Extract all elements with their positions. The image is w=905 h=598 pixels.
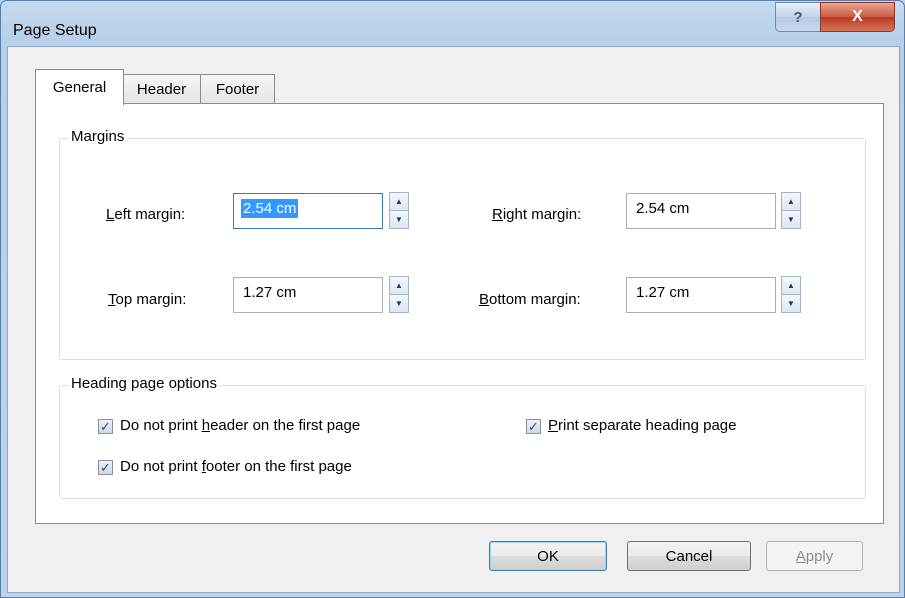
margins-group-label: Margins — [68, 128, 128, 145]
ok-button[interactable]: OK — [489, 541, 607, 571]
tab-header[interactable]: Header — [122, 74, 201, 104]
bottom-margin-label: Bottom margin: — [479, 291, 581, 308]
general-tab-panel: Margins Left margin: 2.54 cm ▲ ▼ Right m… — [35, 103, 884, 524]
bottom-margin-up-arrow-icon[interactable]: ▲ — [781, 276, 801, 295]
heading-options-group-label: Heading page options — [68, 375, 220, 392]
no-header-label[interactable]: Do not print header on the first page — [120, 417, 360, 434]
margins-group: Margins Left margin: 2.54 cm ▲ ▼ Right m… — [59, 128, 866, 360]
left-margin-input[interactable]: 2.54 cm — [233, 193, 383, 229]
checkmark-icon: ✓ — [528, 419, 539, 434]
tab-footer[interactable]: Footer — [200, 74, 275, 104]
close-button[interactable]: X — [820, 2, 895, 32]
heading-options-group: Heading page options ✓ Do not print head… — [59, 375, 866, 499]
tab-header-label: Header — [136, 81, 187, 98]
no-header-checkbox[interactable]: ✓ — [98, 419, 113, 434]
right-margin-spinner[interactable]: ▲ ▼ — [781, 192, 801, 229]
left-margin-label: Left margin: — [106, 206, 186, 223]
bottom-margin-input[interactable]: 1.27 cm — [626, 277, 776, 313]
page-setup-dialog: Page Setup ? X General Header Footer Mar… — [0, 0, 905, 598]
help-icon: ? — [793, 8, 803, 26]
apply-button[interactable]: Apply — [766, 541, 863, 571]
left-margin-down-arrow-icon[interactable]: ▼ — [389, 210, 409, 229]
tab-general-label: General — [52, 79, 107, 96]
no-footer-checkbox[interactable]: ✓ — [98, 460, 113, 475]
cancel-button[interactable]: Cancel — [627, 541, 751, 571]
bottom-margin-spinner[interactable]: ▲ ▼ — [781, 276, 801, 313]
separate-heading-label[interactable]: Print separate heading page — [548, 417, 737, 434]
dialog-client-area: General Header Footer Margins Left margi… — [7, 46, 900, 593]
checkmark-icon: ✓ — [100, 419, 111, 434]
right-margin-down-arrow-icon[interactable]: ▼ — [781, 210, 801, 229]
top-margin-label: Top margin: — [108, 291, 187, 308]
left-margin-spinner[interactable]: ▲ ▼ — [389, 192, 409, 229]
help-button[interactable]: ? — [775, 2, 821, 32]
top-margin-up-arrow-icon[interactable]: ▲ — [389, 276, 409, 295]
top-margin-input[interactable]: 1.27 cm — [233, 277, 383, 313]
right-margin-input[interactable]: 2.54 cm — [626, 193, 776, 229]
right-margin-up-arrow-icon[interactable]: ▲ — [781, 192, 801, 211]
top-margin-down-arrow-icon[interactable]: ▼ — [389, 294, 409, 313]
separate-heading-checkbox[interactable]: ✓ — [526, 419, 541, 434]
top-margin-spinner[interactable]: ▲ ▼ — [389, 276, 409, 313]
left-margin-up-arrow-icon[interactable]: ▲ — [389, 192, 409, 211]
tab-footer-label: Footer — [215, 81, 260, 98]
no-footer-label[interactable]: Do not print footer on the first page — [120, 458, 352, 475]
bottom-margin-down-arrow-icon[interactable]: ▼ — [781, 294, 801, 313]
checkmark-icon: ✓ — [100, 460, 111, 475]
tab-general[interactable]: General — [35, 69, 124, 105]
right-margin-label: Right margin: — [492, 206, 582, 223]
close-icon: X — [852, 8, 863, 25]
window-title: Page Setup — [13, 22, 97, 39]
